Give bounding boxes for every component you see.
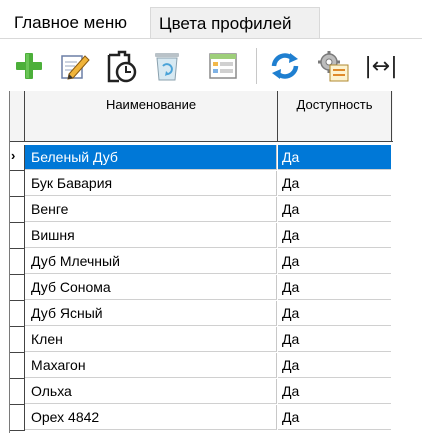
row-indicator[interactable] [10,223,25,249]
delete-button[interactable] [150,48,184,84]
cell-availability[interactable]: Да [278,249,391,274]
add-icon [16,53,42,79]
tab-main-menu[interactable]: Главное меню [6,7,146,38]
edit-icon [61,55,90,80]
history-button[interactable] [104,48,138,84]
grid-header: Наименование Доступность [10,91,393,142]
cell-name[interactable]: Дуб Ясный [25,301,277,326]
settings-icon [318,51,349,82]
tab-label: Главное меню [14,12,127,32]
cell-availability[interactable]: Да [278,197,391,222]
tab-label: Цвета профилей [159,13,292,33]
row-indicator[interactable] [10,275,25,301]
refresh-button[interactable] [268,48,302,84]
cell-availability[interactable]: Да [278,379,391,404]
cell-availability[interactable]: Да [278,223,391,248]
cell-name[interactable]: Махагон [25,353,277,378]
cell-availability[interactable]: Да [278,171,391,196]
view-button[interactable] [206,48,240,84]
row-indicator[interactable] [10,249,25,275]
row-indicator[interactable] [10,379,25,405]
row-indicator-header [10,91,25,141]
table-row[interactable]: Дуб Млечный Да [10,249,393,275]
cell-name[interactable]: Венге [25,197,277,222]
cell-name[interactable]: Бук Бавария [25,171,277,196]
row-indicator[interactable] [10,171,25,197]
cell-name[interactable]: Ольха [25,379,277,404]
table-row[interactable]: › Беленый Дуб Да [10,145,393,171]
cell-availability[interactable]: Да [278,145,391,170]
toolbar-separator [256,48,257,84]
history-icon [107,50,137,83]
table-row[interactable]: Клен Да [10,327,393,353]
fit-width-button[interactable]: |↔| [364,48,398,84]
edit-button[interactable] [58,48,92,84]
cell-name[interactable]: Вишня [25,223,277,248]
add-button[interactable] [12,48,46,84]
row-indicator[interactable] [10,197,25,223]
tab-profile-colors[interactable]: Цвета профилей [150,7,320,39]
column-header-name[interactable]: Наименование [25,91,278,141]
cell-availability[interactable]: Да [278,353,391,378]
cell-availability[interactable]: Да [278,275,391,300]
cell-name[interactable]: Дуб Сонома [25,275,277,300]
cell-availability[interactable]: Да [278,301,391,326]
tab-bar: Главное меню Цвета профилей [0,0,422,39]
table-row[interactable]: Вишня Да [10,223,393,249]
grid-rows: › Беленый Дуб Да Бук Бавария Да Венге Да… [10,145,393,431]
cell-name[interactable]: Беленый Дуб [25,145,277,170]
row-indicator[interactable] [10,405,25,431]
refresh-icon [271,53,299,79]
recycle-bin-icon [155,53,179,81]
table-row[interactable]: Венге Да [10,197,393,223]
current-row-icon: › [11,148,16,163]
cell-name[interactable]: Клен [25,327,277,352]
profile-colors-grid: Наименование Доступность › Беленый Дуб Д… [9,91,393,433]
cell-availability[interactable]: Да [278,405,391,430]
table-row[interactable]: Ольха Да [10,379,393,405]
table-row[interactable]: Махагон Да [10,353,393,379]
table-row[interactable]: Дуб Ясный Да [10,301,393,327]
cell-name[interactable]: Дуб Млечный [25,249,277,274]
row-indicator[interactable] [10,301,25,327]
column-header-availability[interactable]: Доступность [278,91,392,141]
cell-name[interactable]: Орех 4842 [25,405,277,430]
row-indicator[interactable] [10,353,25,379]
row-indicator[interactable] [10,327,25,353]
toolbar: |↔| [0,39,422,91]
settings-button[interactable] [316,48,350,84]
table-row[interactable]: Дуб Сонома Да [10,275,393,301]
cell-availability[interactable]: Да [278,327,391,352]
table-row[interactable]: Бук Бавария Да [10,171,393,197]
row-indicator[interactable]: › [10,145,25,171]
fit-width-icon: |↔| [364,53,398,79]
table-icon [209,53,237,79]
table-row[interactable]: Орех 4842 Да [10,405,393,431]
